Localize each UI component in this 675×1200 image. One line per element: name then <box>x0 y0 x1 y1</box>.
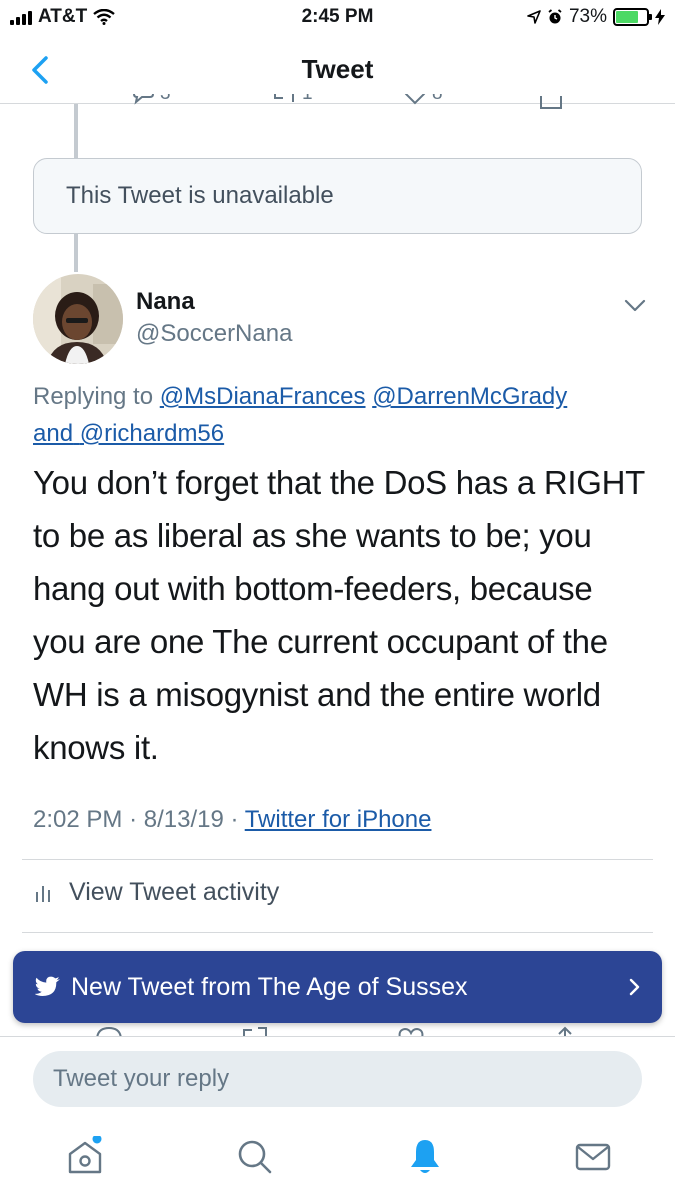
author-name[interactable]: Nana <box>136 288 195 316</box>
like-action[interactable]: 8 <box>402 94 443 106</box>
charging-bolt-icon <box>655 9 665 25</box>
battery-percent: 73% <box>568 6 607 27</box>
search-icon <box>238 1140 272 1174</box>
tweet-text: You don’t forget that the DoS has a RIGH… <box>33 464 645 766</box>
unavailable-tweet-notice: This Tweet is unavailable <box>33 158 642 234</box>
mention-link[interactable]: @DarrenMcGrady <box>372 383 567 410</box>
thread-line <box>74 104 78 158</box>
heart-icon[interactable] <box>396 1024 426 1036</box>
tweet-date: 8/13/19 <box>143 806 224 833</box>
and-word: and <box>33 420 74 447</box>
unavailable-text: This Tweet is unavailable <box>66 182 334 209</box>
twitter-bird-icon <box>35 976 60 996</box>
thread-line <box>74 234 78 272</box>
tab-search[interactable] <box>234 1136 274 1176</box>
share-icon <box>540 96 562 109</box>
tab-messages[interactable] <box>572 1136 612 1176</box>
replying-prefix: Replying to <box>33 383 154 410</box>
chevron-down-icon[interactable] <box>620 292 650 318</box>
heart-icon <box>404 94 426 105</box>
tab-home[interactable] <box>64 1134 104 1176</box>
retweet-count: 1 <box>302 94 313 105</box>
battery-icon <box>613 8 652 26</box>
meta-separator: · <box>230 806 239 833</box>
reply-icon <box>133 94 154 105</box>
tweet-source-link[interactable]: Twitter for iPhone <box>245 806 432 833</box>
tab-bar <box>0 1130 675 1190</box>
bar-chart-icon <box>36 885 50 902</box>
view-tweet-activity-button[interactable]: View Tweet activity <box>33 878 279 907</box>
tab-notifications[interactable] <box>404 1136 444 1176</box>
avatar[interactable] <box>33 274 123 364</box>
replying-to: Replying to @MsDianaFrances @DarrenMcGra… <box>33 378 643 452</box>
new-tweet-banner[interactable]: New Tweet from The Age of Sussex <box>13 951 662 1023</box>
share-action[interactable] <box>538 94 564 110</box>
retweet-icon[interactable] <box>240 1024 270 1036</box>
share-icon[interactable] <box>550 1024 580 1036</box>
activity-label: View Tweet activity <box>69 878 280 906</box>
reply-input[interactable] <box>33 1051 642 1107</box>
divider <box>22 932 653 933</box>
page-title: Tweet <box>301 54 374 84</box>
mention-link: @richardm56 <box>79 420 225 447</box>
chevron-right-icon <box>629 978 640 996</box>
divider <box>22 859 653 860</box>
status-right: 73% <box>527 6 665 28</box>
retweet-icon <box>274 94 294 102</box>
bell-icon <box>411 1140 439 1173</box>
previous-tweet-actions: 3 1 8 <box>130 94 570 124</box>
tweet-meta: 2:02 PM · 8/13/19 · Twitter for iPhone <box>33 806 431 834</box>
banner-label: New Tweet from The Age of Sussex <box>71 972 468 1001</box>
reply-icon[interactable] <box>94 1024 124 1036</box>
avatar-image <box>33 274 123 364</box>
home-icon <box>68 1134 102 1174</box>
meta-separator: · <box>129 806 138 833</box>
tweet-time: 2:02 PM <box>33 806 123 833</box>
reply-action[interactable]: 3 <box>130 94 171 106</box>
battery-fill <box>616 11 638 23</box>
retweet-action[interactable]: 1 <box>270 94 313 106</box>
like-count: 8 <box>432 94 443 105</box>
mention-and[interactable]: and @richardm56 <box>33 420 224 447</box>
alarm-icon <box>548 9 562 24</box>
tweet-actions <box>80 1022 600 1036</box>
author-handle[interactable]: @SoccerNana <box>136 320 292 348</box>
mail-icon <box>575 1143 611 1171</box>
status-bar: AT&T 2:45 PM 73% <box>0 0 675 36</box>
reply-count: 3 <box>160 94 171 105</box>
location-arrow-icon <box>527 10 541 24</box>
mention-link[interactable]: @MsDianaFrances <box>160 383 366 410</box>
